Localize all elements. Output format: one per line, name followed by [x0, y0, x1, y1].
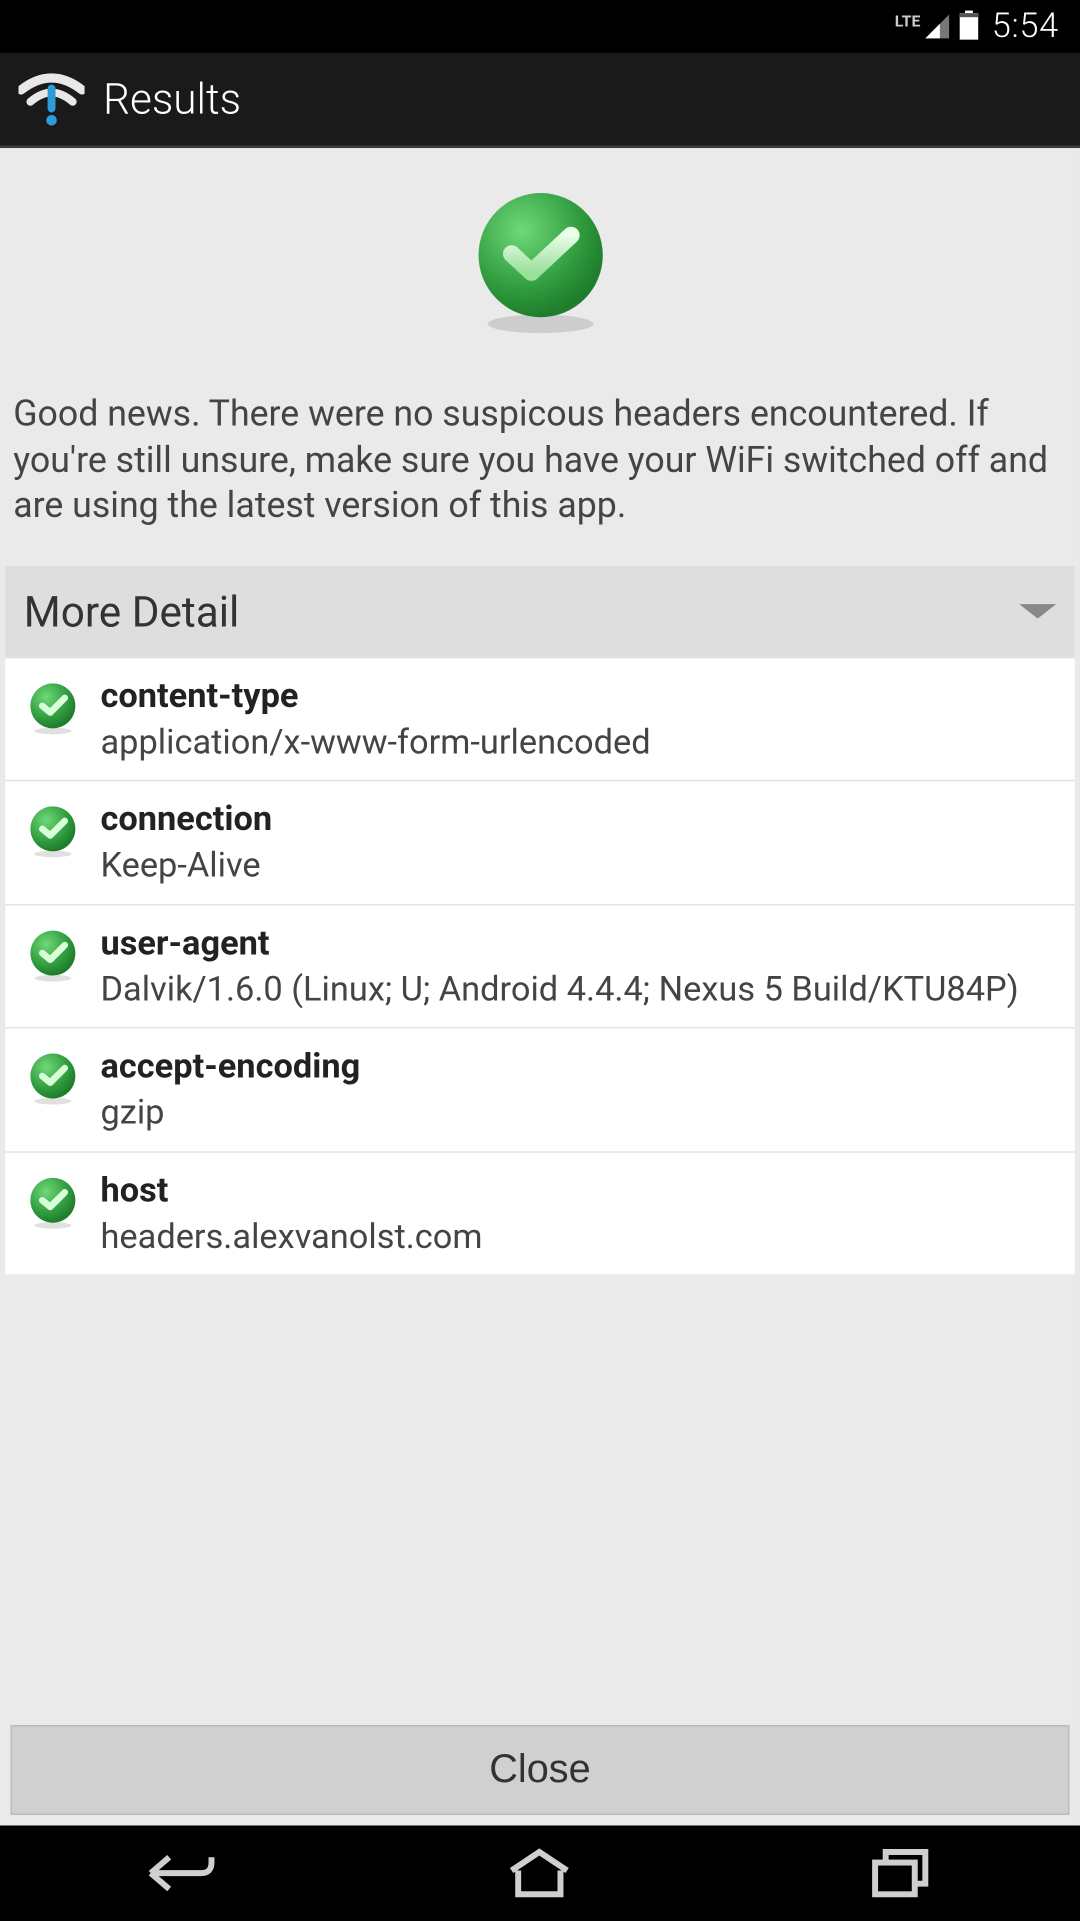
item-label: content-type: [100, 676, 1050, 716]
content-area: Good news. There were no suspicous heade…: [0, 148, 1080, 1825]
check-icon: [29, 1052, 77, 1100]
status-bar: LTE 5:54: [0, 0, 1080, 53]
result-message: Good news. There were no suspicous heade…: [0, 391, 1080, 528]
page-title: Results: [103, 74, 241, 124]
navigation-bar: [0, 1826, 1080, 1921]
item-label: accept-encoding: [100, 1047, 1050, 1087]
close-button[interactable]: Close: [11, 1725, 1070, 1815]
more-detail-toggle[interactable]: More Detail: [5, 565, 1074, 658]
check-icon: [29, 929, 77, 977]
home-icon[interactable]: [487, 1840, 593, 1906]
list-item[interactable]: accept-encoding gzip: [5, 1029, 1074, 1153]
item-label: host: [100, 1171, 1050, 1211]
battery-icon: [960, 13, 979, 39]
recent-apps-icon[interactable]: [847, 1840, 953, 1906]
item-value: Keep-Alive: [100, 845, 1050, 888]
more-detail-label: More Detail: [24, 586, 240, 636]
item-label: connection: [100, 800, 1050, 840]
list-item[interactable]: connection Keep-Alive: [5, 781, 1074, 905]
list-item[interactable]: user-agent Dalvik/1.6.0 (Linux; U; Andro…: [5, 905, 1074, 1029]
item-value: application/x-www-form-urlencoded: [100, 721, 1050, 764]
item-label: user-agent: [100, 924, 1050, 964]
chevron-down-icon: [1019, 604, 1056, 619]
back-icon[interactable]: [127, 1840, 233, 1906]
check-icon: [29, 805, 77, 853]
success-hero-icon: [0, 190, 1080, 335]
signal-icon: [926, 15, 950, 39]
wifi-alert-icon: [19, 66, 85, 132]
item-value: headers.alexvanolst.com: [100, 1216, 1050, 1259]
item-value: Dalvik/1.6.0 (Linux; U; Android 4.4.4; N…: [100, 968, 1050, 1011]
check-icon: [29, 1176, 77, 1224]
detail-list: content-type application/x-www-form-urle…: [5, 658, 1074, 1275]
list-item[interactable]: host headers.alexvanolst.com: [5, 1152, 1074, 1274]
item-value: gzip: [100, 1092, 1050, 1135]
status-time: 5:54: [992, 7, 1059, 47]
network-type-label: LTE: [895, 12, 921, 31]
list-item[interactable]: content-type application/x-www-form-urle…: [5, 658, 1074, 782]
check-icon: [29, 682, 77, 730]
title-bar: Results: [0, 53, 1080, 148]
